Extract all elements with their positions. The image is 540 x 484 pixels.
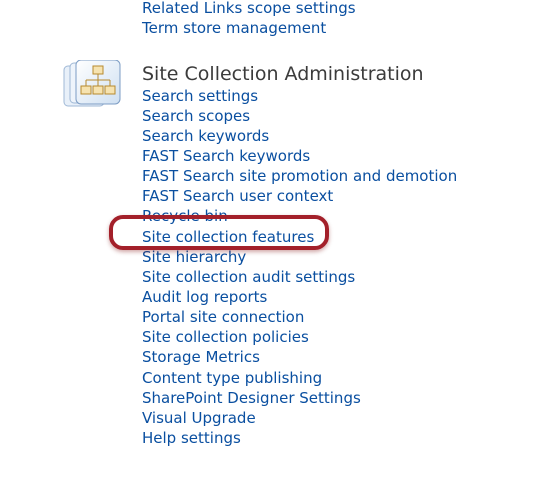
fast-search-user-context-link[interactable]: FAST Search user context [142,186,333,206]
section-title: Site Collection Administration [142,63,424,85]
portal-site-connection-link[interactable]: Portal site connection [142,307,304,327]
sharepoint-designer-settings-link[interactable]: SharePoint Designer Settings [142,388,361,408]
visual-upgrade-link[interactable]: Visual Upgrade [142,408,256,428]
site-collection-policies-link[interactable]: Site collection policies [142,327,309,347]
fast-search-site-promotion-link[interactable]: FAST Search site promotion and demotion [142,166,457,186]
help-settings-link[interactable]: Help settings [142,428,241,448]
search-settings-link[interactable]: Search settings [142,86,258,106]
site-hierarchy-icon [62,59,124,116]
search-keywords-link[interactable]: Search keywords [142,126,269,146]
audit-log-reports-link[interactable]: Audit log reports [142,287,267,307]
storage-metrics-link[interactable]: Storage Metrics [142,347,260,367]
term-store-management-link[interactable]: Term store management [142,18,326,38]
search-scopes-link[interactable]: Search scopes [142,106,250,126]
site-collection-audit-settings-link[interactable]: Site collection audit settings [142,267,355,287]
content-type-publishing-link[interactable]: Content type publishing [142,368,322,388]
highlight-ring [109,215,329,250]
fast-search-keywords-link[interactable]: FAST Search keywords [142,146,310,166]
related-links-scope-settings-link[interactable]: Related Links scope settings [142,0,356,18]
site-hierarchy-link[interactable]: Site hierarchy [142,247,246,267]
